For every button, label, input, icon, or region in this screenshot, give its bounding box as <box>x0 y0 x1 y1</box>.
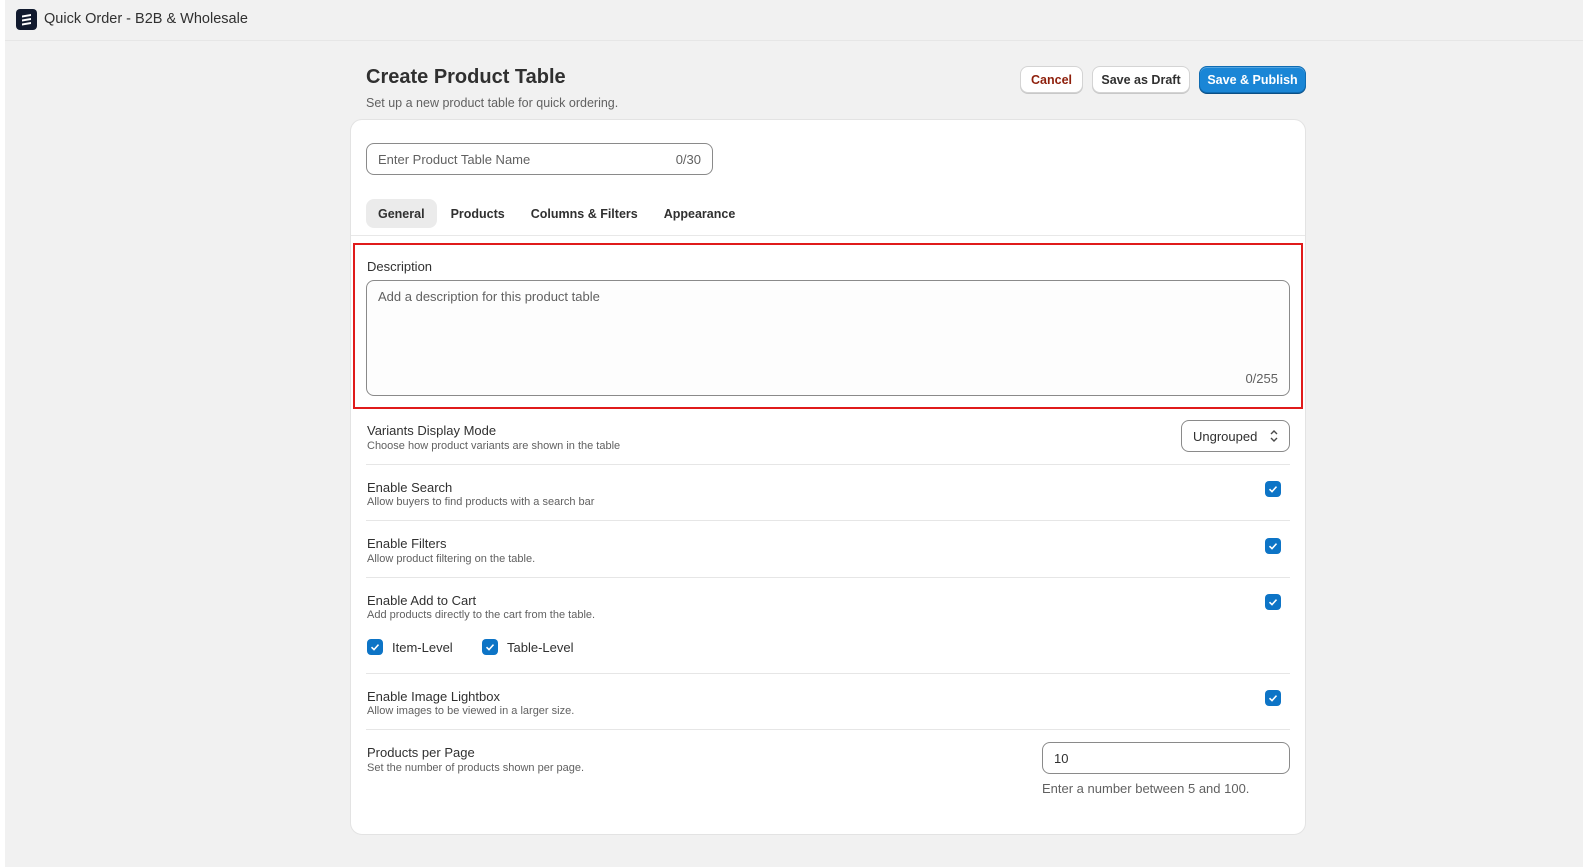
tab-appearance[interactable]: Appearance <box>652 199 748 228</box>
row-divider <box>366 520 1290 521</box>
variants-mode-select[interactable]: Ungrouped <box>1181 420 1290 452</box>
enable-filters-checkbox[interactable] <box>1265 538 1281 554</box>
description-textarea[interactable] <box>378 289 1258 359</box>
description-field[interactable]: 0/255 <box>366 280 1290 396</box>
table-name-field[interactable]: 0/30 <box>366 143 713 175</box>
enable-add-to-cart-title: Enable Add to Cart <box>367 593 477 608</box>
products-per-page-help: Set the number of products shown per pag… <box>367 762 585 774</box>
table-level-label: Table-Level <box>507 640 574 655</box>
page-title: Create Product Table <box>366 66 566 88</box>
item-level-checkbox[interactable] <box>367 639 383 655</box>
row-divider <box>366 464 1290 465</box>
row-divider <box>366 673 1290 674</box>
item-level-label: Item-Level <box>392 640 453 655</box>
products-per-page-hint: Enter a number between 5 and 100. <box>1042 781 1250 796</box>
variants-mode-title: Variants Display Mode <box>367 423 497 438</box>
checkmark-icon <box>1268 486 1278 493</box>
enable-lightbox-title: Enable Image Lightbox <box>367 689 500 704</box>
enable-search-checkbox[interactable] <box>1265 481 1281 497</box>
table-name-input[interactable] <box>378 151 676 167</box>
enable-filters-help: Allow product filtering on the table. <box>367 553 536 565</box>
app-bar: Quick Order - B2B & Wholesale <box>5 0 1583 41</box>
table-level-checkbox[interactable] <box>482 639 498 655</box>
tab-bar: General Products Columns & Filters Appea… <box>366 199 747 228</box>
enable-filters-title: Enable Filters <box>367 536 447 551</box>
chevron-up-down-icon <box>1270 430 1278 442</box>
stack-logo-icon <box>16 9 37 30</box>
description-label: Description <box>367 259 433 274</box>
products-per-page-title: Products per Page <box>367 745 475 760</box>
enable-add-to-cart-checkbox[interactable] <box>1265 594 1281 610</box>
left-rail <box>0 0 5 867</box>
variants-mode-help: Choose how product variants are shown in… <box>367 440 621 452</box>
row-divider <box>366 729 1290 730</box>
description-char-counter: 0/255 <box>1245 371 1278 386</box>
tab-products[interactable]: Products <box>439 199 517 228</box>
cancel-button[interactable]: Cancel <box>1020 66 1083 93</box>
products-per-page-input[interactable] <box>1054 750 1278 766</box>
enable-search-title: Enable Search <box>367 480 453 495</box>
tab-divider <box>351 235 1305 236</box>
checkmark-icon <box>1268 695 1278 702</box>
variants-mode-value: Ungrouped <box>1193 428 1258 444</box>
page-subtitle: Set up a new product table for quick ord… <box>366 96 619 110</box>
checkmark-icon <box>1268 599 1278 606</box>
save-draft-button[interactable]: Save as Draft <box>1092 66 1190 93</box>
enable-add-to-cart-help: Add products directly to the cart from t… <box>367 609 596 621</box>
products-per-page-field[interactable] <box>1042 742 1290 774</box>
app-title: Quick Order - B2B & Wholesale <box>44 11 248 27</box>
checkmark-icon <box>370 644 380 651</box>
enable-lightbox-help: Allow images to be viewed in a larger si… <box>367 705 575 717</box>
checkmark-icon <box>1268 543 1278 550</box>
checkmark-icon <box>485 644 495 651</box>
name-char-counter: 0/30 <box>675 151 701 167</box>
enable-search-help: Allow buyers to find products with a sea… <box>367 496 595 508</box>
enable-lightbox-checkbox[interactable] <box>1265 690 1281 706</box>
row-divider <box>366 577 1290 578</box>
tab-general[interactable]: General <box>366 199 437 228</box>
save-publish-button[interactable]: Save & Publish <box>1199 66 1306 93</box>
tab-columns-filters[interactable]: Columns & Filters <box>519 199 650 228</box>
